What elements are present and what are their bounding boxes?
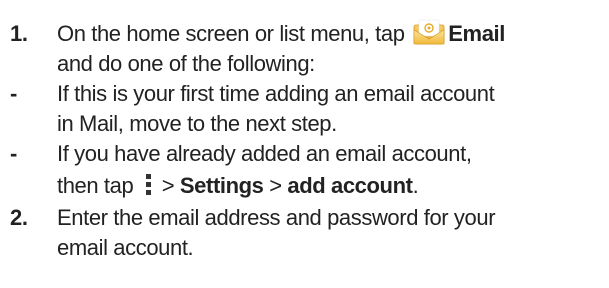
step-1-line-2: and do one of the following: [57, 51, 315, 76]
add-account-label: add account [287, 173, 413, 198]
step-2-marker: 2. [10, 205, 28, 230]
bullet-1-line-2: in Mail, move to the next step. [57, 111, 337, 136]
bullet-1-marker: - [10, 81, 17, 106]
separator-1: > [156, 173, 180, 198]
bullet-2-end: . [412, 173, 419, 198]
step-1-text: On the home screen or list menu, tap [57, 21, 411, 46]
bullet-2-marker: - [10, 141, 17, 166]
separator-2: > [263, 173, 288, 198]
step-1-line-1: On the home screen or list menu, tap Ema… [57, 19, 505, 49]
bullet-2-line-2: then tap > Settings > add account. [57, 171, 419, 201]
instructions-document: 1. On the home screen or list menu, tap [0, 0, 609, 288]
step-2-line-2: email account. [57, 235, 194, 260]
email-app-label: Email [448, 21, 505, 46]
more-options-icon [145, 174, 153, 196]
step-2-line-1: Enter the email address and password for… [57, 205, 496, 230]
bullet-2-line-1: If you have already added an email accou… [57, 141, 472, 166]
settings-label: Settings [179, 173, 264, 198]
bullet-2-prefix: then tap [57, 173, 140, 198]
bullet-1-line-1: If this is your first time adding an ema… [57, 81, 495, 106]
step-1-marker: 1. [10, 21, 28, 46]
email-app-icon [412, 19, 446, 45]
